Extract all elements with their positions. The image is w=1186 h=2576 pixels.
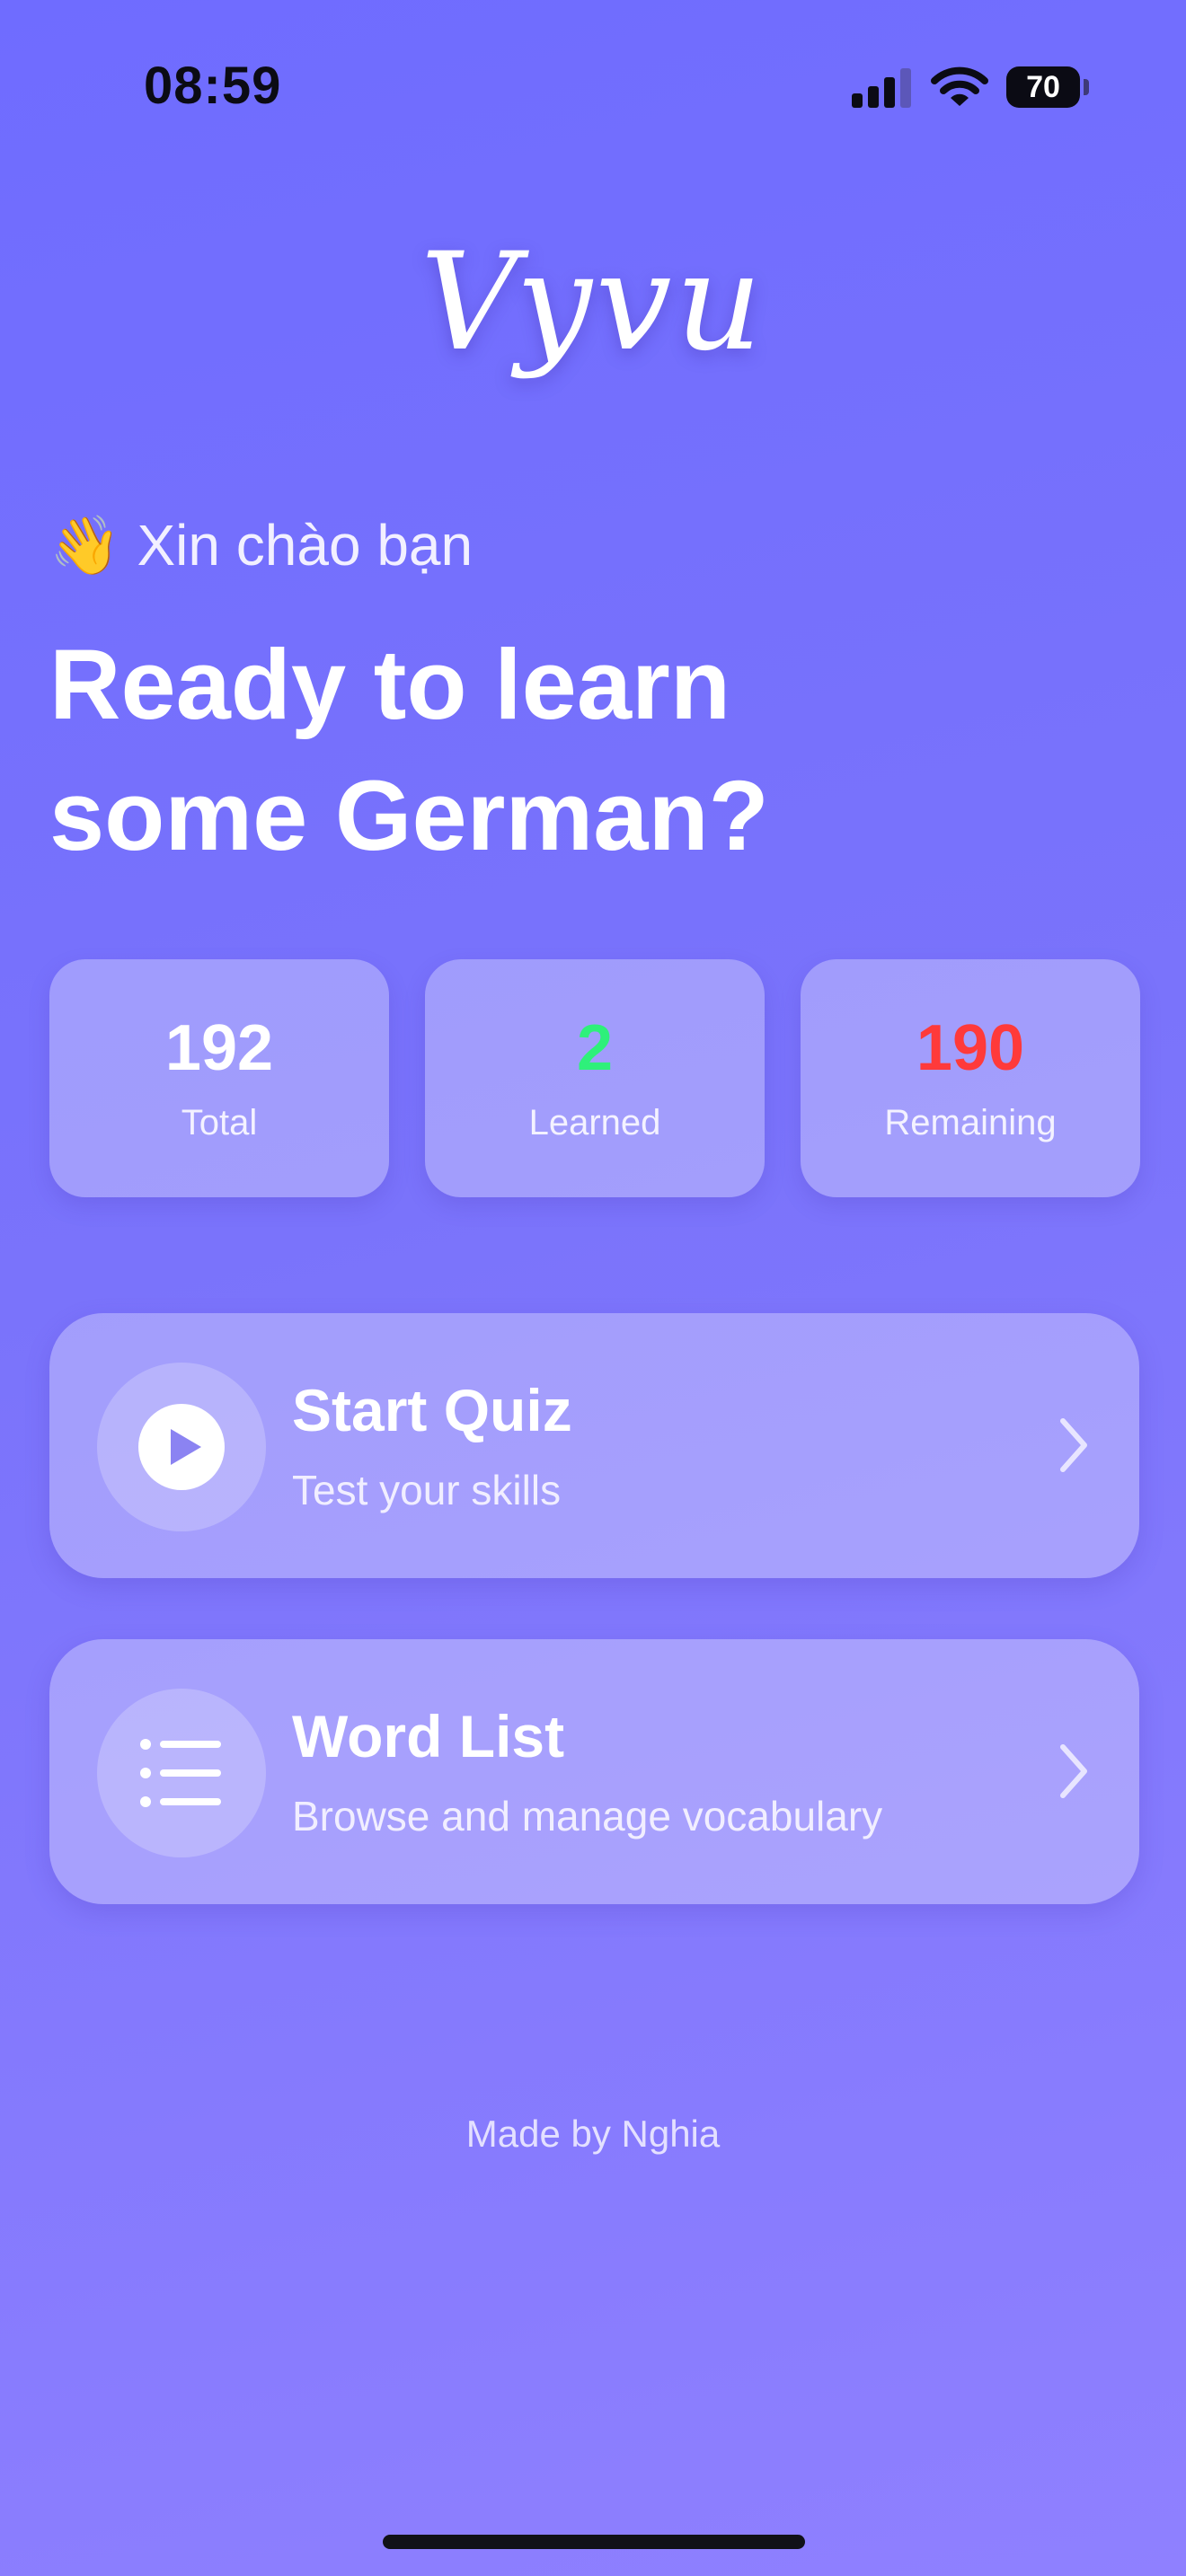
waving-hand-icon: 👋 xyxy=(49,513,121,578)
cellular-signal-icon xyxy=(852,66,915,108)
footer-credit: Made by Nghia xyxy=(465,2113,721,2155)
stat-card-total: 192 Total xyxy=(49,959,389,1197)
word-list-icon-circle xyxy=(97,1689,266,1857)
stat-learned-value: 2 xyxy=(576,1012,614,1084)
quiz-icon-circle xyxy=(97,1363,266,1531)
chevron-right-icon xyxy=(1060,1744,1087,1798)
stat-total-value: 192 xyxy=(164,1012,274,1084)
battery-cap xyxy=(1084,79,1089,95)
status-bar: 08:59 70 xyxy=(0,0,1186,180)
greeting-text: Xin chào bạn xyxy=(137,513,474,578)
stat-card-remaining: 190 Remaining xyxy=(801,959,1140,1197)
title-line-1: Ready to learn xyxy=(49,630,731,740)
word-list-subtitle: Browse and manage vocabulary xyxy=(292,1793,883,1839)
chevron-right-icon xyxy=(1060,1418,1087,1472)
word-list-title: Word List xyxy=(292,1703,565,1769)
battery-level: 70 xyxy=(1026,69,1060,104)
stat-learned-label: Learned xyxy=(528,1103,661,1142)
page-title: Ready to learn some German? xyxy=(49,620,1128,882)
list-icon xyxy=(140,1739,221,1807)
title-line-2: some German? xyxy=(49,761,769,871)
stat-remaining-value: 190 xyxy=(916,1012,1025,1084)
stat-remaining-label: Remaining xyxy=(884,1103,1057,1142)
start-quiz-button[interactable]: Start Quiz Test your skills xyxy=(49,1313,1139,1578)
battery-icon: 70 xyxy=(1006,66,1080,108)
start-quiz-title: Start Quiz xyxy=(292,1377,572,1443)
greeting: 👋 Xin chào bạn xyxy=(49,512,473,579)
play-icon xyxy=(138,1404,225,1490)
status-time: 08:59 xyxy=(144,57,282,115)
wifi-icon xyxy=(931,66,988,106)
start-quiz-subtitle: Test your skills xyxy=(292,1467,562,1513)
home-indicator[interactable] xyxy=(383,2535,805,2549)
stat-card-learned: 2 Learned xyxy=(425,959,765,1197)
word-list-button[interactable]: Word List Browse and manage vocabulary xyxy=(49,1639,1139,1904)
stat-total-label: Total xyxy=(181,1103,258,1142)
app-logo: Vyvu xyxy=(420,225,766,381)
